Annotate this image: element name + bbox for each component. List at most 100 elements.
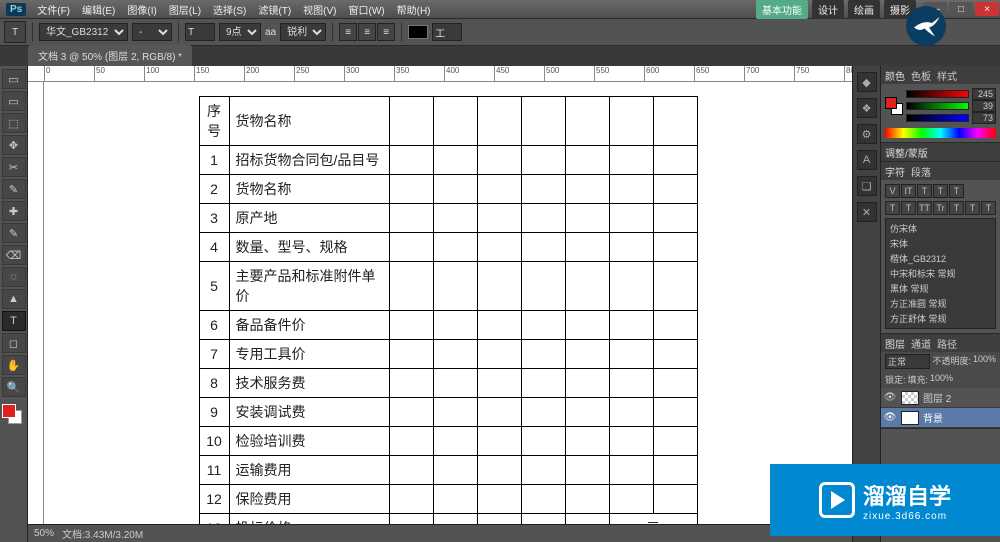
tab-layers[interactable]: 图层 [885, 336, 905, 351]
tab-styles[interactable]: 样式 [937, 68, 957, 83]
menu-file[interactable]: 文件(F) [32, 2, 75, 17]
pen-tool-icon[interactable]: ▲ [2, 289, 26, 309]
font-style-select[interactable]: - [132, 23, 172, 41]
char-style-icon[interactable]: T [901, 201, 916, 215]
brushes-icon[interactable]: ❏ [857, 176, 877, 196]
brush-tool-icon[interactable]: ✎ [2, 223, 26, 243]
char-icon[interactable]: V [885, 184, 900, 198]
eyedropper-tool-icon[interactable]: ✎ [2, 179, 26, 199]
zoom-tool-icon[interactable]: 🔍 [2, 377, 26, 397]
menu-edit[interactable]: 编辑(E) [77, 2, 120, 17]
lasso-tool-icon[interactable]: ⬚ [2, 113, 26, 133]
align-right-icon[interactable]: ≡ [377, 23, 395, 41]
maximize-button[interactable]: □ [949, 2, 973, 16]
menu-filter[interactable]: 滤镜(T) [253, 2, 296, 17]
workspace-tab[interactable]: 绘画 [848, 0, 880, 19]
menu-help[interactable]: 帮助(H) [392, 2, 436, 17]
list-item[interactable]: 方正舒体 常规 [888, 311, 993, 326]
layer-row[interactable]: 👁 背景 [881, 408, 1000, 428]
char-icon[interactable]: IT [901, 184, 916, 198]
options-bar: T 华文_GB2312 - T 9点 aa 锐利 ≡ ≡ ≡ 工 [0, 18, 1000, 46]
history-icon[interactable]: ◆ [857, 72, 877, 92]
character-icon[interactable]: A [857, 150, 877, 170]
r-value[interactable]: 245 [972, 88, 996, 100]
row-num: 4 [199, 233, 229, 262]
close-dock-icon[interactable]: ✕ [857, 202, 877, 222]
marquee-tool-icon[interactable]: ▭ [2, 91, 26, 111]
char-style-icon[interactable]: Tr [933, 201, 948, 215]
hand-tool-icon[interactable]: ✋ [2, 355, 26, 375]
wand-tool-icon[interactable]: ✥ [2, 135, 26, 155]
stamp-tool-icon[interactable]: ⌫ [2, 245, 26, 265]
menu-layer[interactable]: 图层(L) [164, 2, 206, 17]
menu-window[interactable]: 窗口(W) [344, 2, 390, 17]
char-icon[interactable]: T [917, 184, 932, 198]
char-icon[interactable]: T [933, 184, 948, 198]
r-slider[interactable] [906, 90, 969, 98]
workspace-tab-active[interactable]: 基本功能 [756, 0, 808, 19]
tab-swatches[interactable]: 色板 [911, 68, 931, 83]
shape-tool-icon[interactable]: ◻ [2, 333, 26, 353]
close-button[interactable]: × [975, 2, 999, 16]
char-style-icon[interactable]: T [981, 201, 996, 215]
healing-tool-icon[interactable]: ✚ [2, 201, 26, 221]
font-family-select[interactable]: 华文_GB2312 [39, 23, 128, 41]
spectrum-bar[interactable] [885, 128, 996, 138]
visibility-icon[interactable]: 👁 [883, 391, 897, 405]
menu-image[interactable]: 图像(I) [122, 2, 161, 17]
list-item[interactable]: 方正准圆 常规 [888, 296, 993, 311]
layer-name[interactable]: 背景 [923, 410, 943, 425]
crop-tool-icon[interactable]: ✂ [2, 157, 26, 177]
blend-mode-select[interactable]: 正常 [885, 354, 930, 369]
opacity-value[interactable]: 100% [973, 354, 996, 369]
align-left-icon[interactable]: ≡ [339, 23, 357, 41]
b-slider[interactable] [906, 114, 969, 122]
text-color-swatch[interactable] [408, 25, 428, 39]
type-tool-icon[interactable]: T [2, 311, 26, 331]
canvas[interactable]: 序号 货物名称 1招标货物合同包/品目号2货物名称3原产地4数量、型号、规格5主… [44, 82, 852, 524]
align-center-icon[interactable]: ≡ [358, 23, 376, 41]
char-style-icon[interactable]: T [949, 201, 964, 215]
menu-view[interactable]: 视图(V) [298, 2, 341, 17]
canvas-area: /*ticks drawn below via JS*/ 05010015020… [28, 66, 852, 542]
list-item[interactable]: 黑体 常规 [888, 281, 993, 296]
warp-text-icon[interactable]: 工 [432, 23, 462, 41]
layer-row[interactable]: 👁 图层 2 [881, 388, 1000, 408]
row-name: 运输费用 [229, 456, 389, 485]
menu-select[interactable]: 选择(S) [208, 2, 251, 17]
zoom-value[interactable]: 50% [34, 528, 54, 539]
properties-icon[interactable]: ⚙ [857, 124, 877, 144]
tab-paragraph[interactable]: 段落 [911, 164, 931, 179]
color-swatch-icon[interactable] [885, 97, 903, 115]
visibility-icon[interactable]: 👁 [883, 411, 897, 425]
antialias-select[interactable]: 锐利 [280, 23, 326, 41]
tab-paths[interactable]: 路径 [937, 336, 957, 351]
g-slider[interactable] [906, 102, 969, 110]
char-style-icon[interactable]: T [885, 201, 900, 215]
font-size-select[interactable]: 9点 [219, 23, 261, 41]
eraser-tool-icon[interactable]: ◌ [2, 267, 26, 287]
layer-name[interactable]: 图层 2 [923, 390, 951, 405]
list-item[interactable]: 楷体_GB2312 [888, 251, 993, 266]
list-item[interactable]: 仿宋体 [888, 221, 993, 236]
document-tab[interactable]: 文档 3 @ 50% (图层 2, RGB/8) * [28, 45, 192, 66]
workspace-tab[interactable]: 设计 [812, 0, 844, 19]
g-value[interactable]: 39 [972, 100, 996, 112]
char-style-icon[interactable]: T [965, 201, 980, 215]
adjust-title[interactable]: 调整/蒙版 [885, 145, 928, 160]
char-icon[interactable]: T [949, 184, 964, 198]
tab-channels[interactable]: 通道 [911, 336, 931, 351]
move-tool-icon[interactable]: ▭ [2, 69, 26, 89]
document-tabs: 文档 3 @ 50% (图层 2, RGB/8) * [0, 46, 1000, 66]
actions-icon[interactable]: ❖ [857, 98, 877, 118]
tab-color[interactable]: 颜色 [885, 68, 905, 83]
char-style-icon[interactable]: TT [917, 201, 932, 215]
list-item[interactable]: 宋体 [888, 236, 993, 251]
list-item[interactable]: 中宋和标宋 常规 [888, 266, 993, 281]
fill-value[interactable]: 100% [930, 373, 953, 386]
color-swap[interactable] [0, 402, 24, 426]
row-num: 6 [199, 311, 229, 340]
tool-preset-icon[interactable]: T [4, 21, 26, 43]
tab-character[interactable]: 字符 [885, 164, 905, 179]
b-value[interactable]: 73 [972, 112, 996, 124]
